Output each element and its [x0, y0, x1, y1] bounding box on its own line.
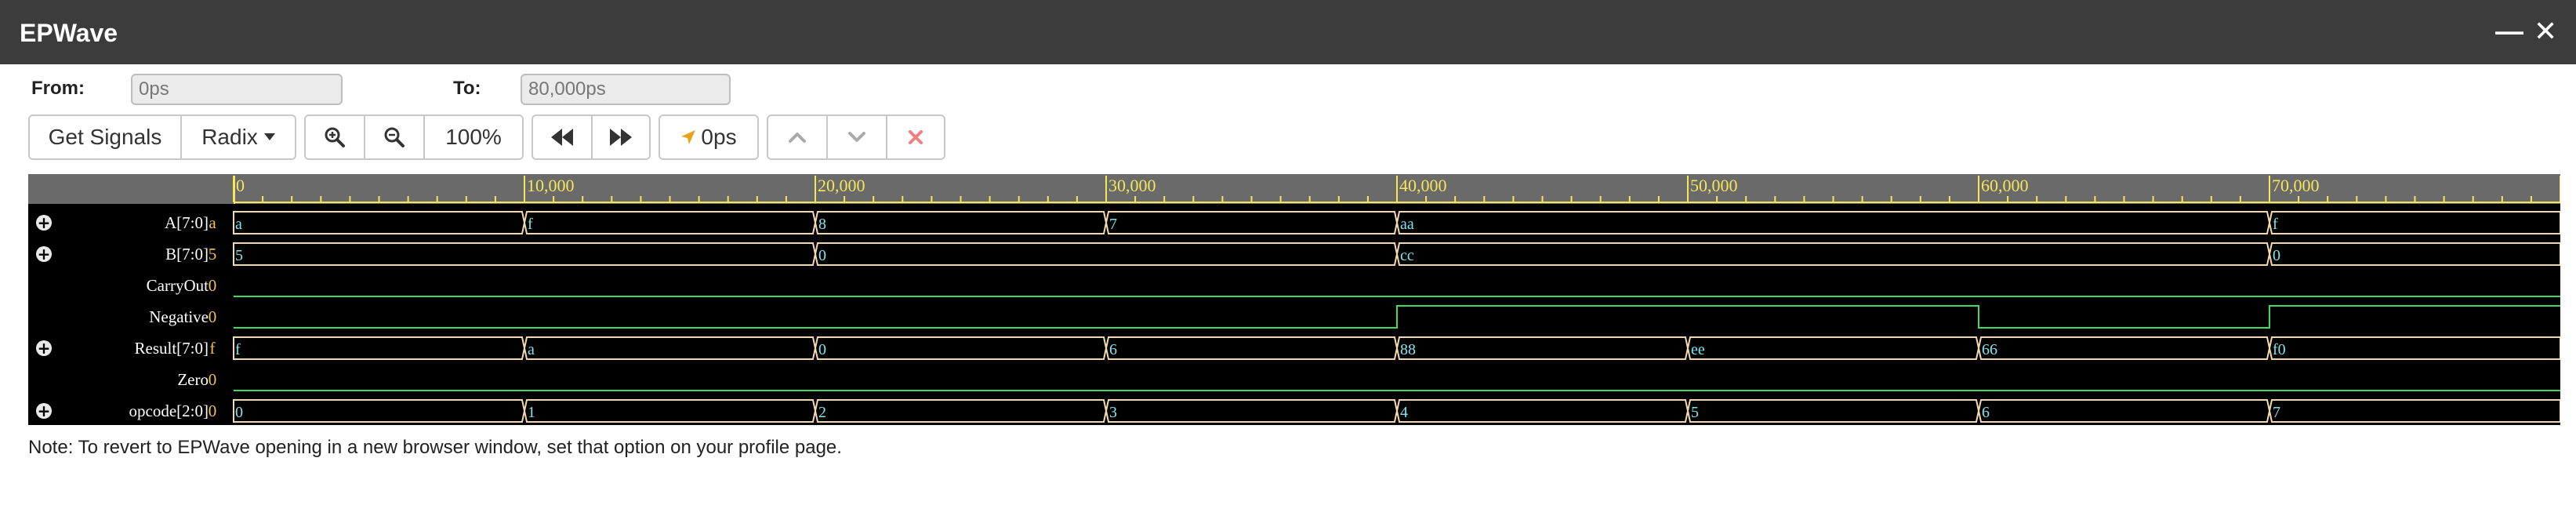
bus-value-label: 4 — [1400, 404, 1408, 421]
bus-segment — [1395, 399, 1689, 423]
signal-order-group — [767, 114, 945, 160]
to-input[interactable] — [521, 74, 731, 105]
ruler-label: 20,000 — [818, 176, 865, 195]
close-icon — [908, 129, 923, 145]
rewind-icon — [550, 129, 574, 146]
location-arrow-icon — [680, 129, 696, 145]
bus-segment — [1105, 336, 1399, 360]
from-input[interactable] — [131, 74, 343, 105]
bus-value-label: 3 — [1109, 404, 1117, 421]
title-bar: EPWave — ✕ — [0, 0, 2576, 64]
bus-value-label: 0 — [818, 341, 826, 358]
bus-segment — [2268, 242, 2560, 266]
bus-segment — [233, 242, 817, 266]
bus-segment — [233, 399, 526, 423]
bus-value-label: 5 — [1691, 404, 1699, 421]
waveform-canvas[interactable]: 0 10,000 20,000 30,000 40,000 50,000 60,000 70,… — [28, 174, 2560, 425]
bus-value-label: a — [528, 341, 535, 358]
fast-forward-icon — [609, 129, 633, 146]
zoom-group: 100% — [304, 114, 524, 160]
delete-signal-button[interactable] — [887, 116, 944, 158]
bus-value-label: 7 — [2273, 404, 2280, 421]
bus-value-label: 0 — [235, 404, 243, 421]
bus-value-label: 0 — [2273, 247, 2280, 264]
ruler-label: 10,000 — [527, 176, 575, 195]
signals-group: Get Signals Radix — [28, 114, 296, 160]
bus-value-label: f — [235, 341, 241, 358]
move-down-button[interactable] — [828, 116, 887, 158]
chevron-up-icon — [788, 131, 807, 144]
ruler-label: 60,000 — [1981, 176, 2029, 195]
bus-value-label: f — [528, 216, 533, 233]
navigation-group — [532, 114, 651, 160]
footer-note: Note: To revert to EPWave opening in a n… — [28, 437, 842, 458]
bus-value-label: a — [235, 216, 242, 233]
bus-segment — [814, 242, 1399, 266]
bus-segment — [1395, 336, 1689, 360]
caret-down-icon — [263, 133, 275, 141]
get-signals-button[interactable]: Get Signals — [30, 116, 182, 158]
bus-value-label: 8 — [818, 216, 826, 233]
bus-value-label: ee — [1691, 341, 1705, 358]
bus-value-label: 0 — [818, 247, 826, 264]
bus-segment — [1105, 211, 1399, 234]
close-button[interactable]: ✕ — [2534, 14, 2557, 49]
rewind-button[interactable] — [533, 116, 593, 158]
window-title: EPWave — [20, 19, 118, 47]
bus-value-label: cc — [1400, 247, 1414, 264]
bus-value-label: 88 — [1400, 341, 1416, 358]
cursor-time-button[interactable]: 0ps — [660, 116, 757, 158]
bus-value-label: 66 — [1982, 341, 1997, 358]
bus-value-label: aa — [1400, 216, 1414, 233]
bus-value-label: 2 — [818, 404, 826, 421]
bus-segment — [1686, 336, 1980, 360]
bus-segment — [1977, 399, 2271, 423]
bus-segment — [233, 336, 526, 360]
ruler-label: 40,000 — [1399, 176, 1447, 195]
radix-label: Radix — [201, 125, 258, 149]
waveform-viewer[interactable]: + A[7:0] a + B[7:0] 5 CarryOut 0 Negative 0 + Resul… — [28, 174, 2560, 425]
bit-trace — [234, 305, 2560, 329]
fast-forward-button[interactable] — [593, 116, 649, 158]
bus-segment — [1105, 399, 1399, 423]
ruler-label: 30,000 — [1108, 176, 1156, 195]
zoom-in-button[interactable] — [306, 116, 365, 158]
bus-value-label: 1 — [528, 404, 535, 421]
bus-segment — [1686, 399, 1980, 423]
move-up-button[interactable] — [768, 116, 828, 158]
ruler-label: 50,000 — [1690, 176, 1738, 195]
bus-value-label: 7 — [1109, 216, 1117, 233]
bus-segment — [1977, 336, 2271, 360]
bus-segment — [523, 399, 817, 423]
bus-segment — [233, 211, 526, 234]
bus-segment — [2268, 211, 2560, 234]
bus-segment — [1395, 211, 2271, 234]
bus-value-label: 5 — [235, 247, 243, 264]
zoom-out-icon — [383, 126, 405, 148]
minimize-button[interactable]: — — [2495, 14, 2523, 49]
chevron-down-icon — [847, 131, 866, 144]
bus-segment — [2268, 336, 2560, 360]
cursor-group: 0ps — [659, 114, 759, 160]
bus-segment — [2268, 399, 2560, 423]
bus-value-label: f — [2273, 216, 2278, 233]
zoom-level[interactable]: 100% — [425, 116, 522, 158]
to-label: To: — [453, 78, 481, 99]
cursor-time: 0ps — [701, 125, 737, 149]
zoom-in-icon — [324, 126, 346, 148]
bus-segment — [1395, 242, 2271, 266]
zoom-out-button[interactable] — [365, 116, 425, 158]
bus-segment — [814, 399, 1108, 423]
from-label: From: — [31, 78, 85, 99]
ruler-label: 0 — [236, 176, 245, 195]
bus-value-label: 6 — [1982, 404, 1990, 421]
bus-segment — [814, 336, 1108, 360]
bus-segment — [523, 336, 817, 360]
radix-button[interactable]: Radix — [182, 116, 295, 158]
bus-value-label: f0 — [2273, 341, 2286, 358]
ruler-label: 70,000 — [2272, 176, 2320, 195]
bus-segment — [523, 211, 817, 234]
bus-segment — [814, 211, 1108, 234]
bus-value-label: 6 — [1109, 341, 1117, 358]
